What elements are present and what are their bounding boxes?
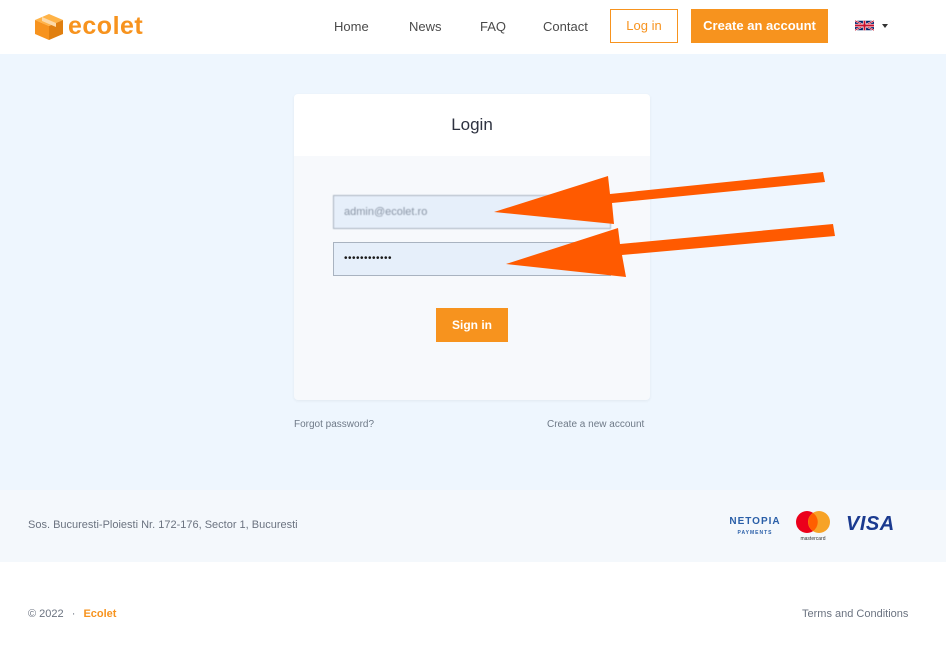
copyright-separator: · bbox=[71, 608, 76, 620]
netopia-payments-logo: NETOPIA PAYMENTS bbox=[730, 516, 780, 536]
nav-home[interactable]: Home bbox=[334, 0, 369, 54]
svg-text:NETOPIA: NETOPIA bbox=[730, 516, 780, 527]
nav-contact[interactable]: Contact bbox=[543, 0, 588, 54]
forgot-password-link[interactable]: Forgot password? bbox=[294, 419, 374, 430]
sign-in-button[interactable]: Sign in bbox=[436, 308, 508, 342]
email-field[interactable]: admin@ecolet.ro bbox=[333, 195, 611, 229]
footer-band: Sos. Bucuresti-Ploiesti Nr. 172-176, Sec… bbox=[0, 490, 946, 562]
logo-text: ecolet bbox=[68, 12, 144, 40]
box-icon bbox=[35, 13, 63, 40]
footer-bottom: © 2022 · Ecolet Terms and Conditions bbox=[0, 562, 946, 648]
mastercard-logo: mastercard bbox=[796, 511, 830, 542]
language-selector[interactable] bbox=[855, 19, 888, 32]
terms-link[interactable]: Terms and Conditions bbox=[802, 608, 908, 620]
svg-text:PAYMENTS: PAYMENTS bbox=[738, 530, 773, 536]
nav-faq[interactable]: FAQ bbox=[480, 0, 506, 54]
logo[interactable]: ecolet bbox=[34, 12, 143, 41]
uk-flag-icon bbox=[855, 19, 874, 32]
header: ecolet Home News FAQ Contact Log in Crea… bbox=[0, 0, 946, 54]
copyright-year: © 2022 bbox=[28, 608, 64, 620]
login-button[interactable]: Log in bbox=[610, 9, 678, 43]
copyright-brand-link[interactable]: Ecolet bbox=[83, 608, 116, 620]
copyright: © 2022 · Ecolet bbox=[28, 608, 116, 620]
create-new-account-link[interactable]: Create a new account bbox=[547, 419, 644, 430]
create-account-button[interactable]: Create an account bbox=[691, 9, 828, 43]
chevron-down-icon bbox=[882, 23, 888, 28]
footer-address: Sos. Bucuresti-Ploiesti Nr. 172-176, Sec… bbox=[28, 519, 298, 531]
visa-logo: VISA bbox=[846, 513, 895, 535]
login-card: Login admin@ecolet.ro •••••••••••• Sign … bbox=[294, 94, 650, 400]
login-title: Login bbox=[294, 94, 650, 156]
nav-news[interactable]: News bbox=[409, 0, 442, 54]
svg-text:mastercard: mastercard bbox=[800, 536, 825, 542]
password-field[interactable]: •••••••••••• bbox=[333, 242, 611, 276]
